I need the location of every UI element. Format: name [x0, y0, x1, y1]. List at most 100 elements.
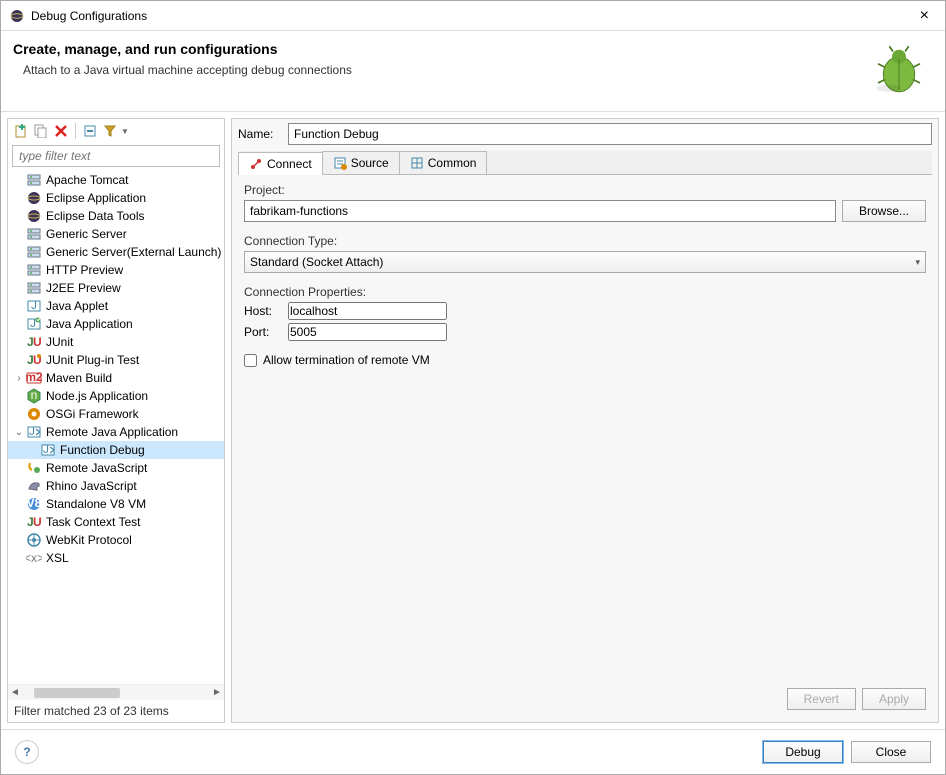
- tree-item[interactable]: J Java Applet: [8, 297, 224, 315]
- server-icon: [26, 172, 42, 188]
- tree-item-label: WebKit Protocol: [46, 533, 132, 547]
- tree-item[interactable]: ⌄J Remote Java Application: [8, 423, 224, 441]
- horizontal-scrollbar[interactable]: ◄►: [8, 684, 224, 700]
- name-input[interactable]: [288, 123, 932, 145]
- junit-icon: JU: [26, 514, 42, 530]
- js-icon: [26, 460, 42, 476]
- tree-item-label: Generic Server(External Launch): [46, 245, 221, 259]
- dropdown-arrow-icon[interactable]: ▼: [121, 127, 129, 136]
- server-icon: [26, 244, 42, 260]
- tree-item-label: Function Debug: [60, 443, 145, 457]
- allow-terminate-checkbox[interactable]: [244, 354, 257, 367]
- junit-icon: JU: [26, 334, 42, 350]
- connection-type-label: Connection Type:: [244, 234, 926, 248]
- connection-properties-label: Connection Properties:: [244, 285, 926, 299]
- eclipse-icon: [26, 208, 42, 224]
- tree-item[interactable]: WebKit Protocol: [8, 531, 224, 549]
- eclipse-icon: [26, 190, 42, 206]
- tree-item[interactable]: Remote JavaScript: [8, 459, 224, 477]
- project-input[interactable]: [244, 200, 836, 222]
- tree-item-label: Task Context Test: [46, 515, 141, 529]
- allow-terminate-label: Allow termination of remote VM: [263, 353, 430, 367]
- filter-input[interactable]: [12, 145, 220, 167]
- connection-type-value: Standard (Socket Attach): [250, 255, 383, 269]
- tab-label: Common: [428, 156, 477, 170]
- tree-item[interactable]: J2EE Preview: [8, 279, 224, 297]
- svg-text:J: J: [29, 424, 35, 438]
- close-button[interactable]: Close: [851, 741, 931, 763]
- filter-status: Filter matched 23 of 23 items: [8, 700, 224, 722]
- tree-item[interactable]: JUJUnit Plug-in Test: [8, 351, 224, 369]
- tree-item[interactable]: JU Task Context Test: [8, 513, 224, 531]
- svg-text:J: J: [43, 442, 49, 456]
- revert-button[interactable]: Revert: [787, 688, 856, 710]
- duplicate-config-button[interactable]: [32, 122, 50, 140]
- tree-item-label: JUnit: [46, 335, 73, 349]
- connect-tab-icon: [249, 157, 263, 171]
- tree-item[interactable]: Eclipse Data Tools: [8, 207, 224, 225]
- bug-icon: [871, 41, 927, 97]
- tree-item[interactable]: ›m2 Maven Build: [8, 369, 224, 387]
- tree-item-label: Java Application: [46, 317, 133, 331]
- left-toolbar: ▼: [8, 119, 224, 143]
- tree-item[interactable]: HTTP Preview: [8, 261, 224, 279]
- tab-bar: Connect Source Common: [238, 151, 932, 175]
- host-input[interactable]: [288, 302, 447, 320]
- footer: ? Debug Close: [1, 729, 945, 774]
- tree-item[interactable]: nNode.js Application: [8, 387, 224, 405]
- eclipse-icon: [9, 8, 25, 24]
- tree-item-label: Apache Tomcat: [46, 173, 129, 187]
- tree-item[interactable]: J Function Debug: [8, 441, 224, 459]
- expander-icon[interactable]: ⌄: [12, 427, 26, 438]
- tab-common[interactable]: Common: [399, 151, 488, 174]
- browse-button[interactable]: Browse...: [842, 200, 926, 222]
- tree-item-label: Remote Java Application: [46, 425, 178, 439]
- new-config-button[interactable]: [12, 122, 30, 140]
- svg-text:J: J: [30, 316, 36, 330]
- config-tree[interactable]: Apache Tomcat Eclipse Application Eclipse …: [8, 169, 224, 684]
- tree-item-label: J2EE Preview: [46, 281, 121, 295]
- maven-icon: m2: [26, 370, 42, 386]
- apply-button[interactable]: Apply: [862, 688, 926, 710]
- collapse-all-button[interactable]: [81, 122, 99, 140]
- tree-item[interactable]: Generic Server(External Launch): [8, 243, 224, 261]
- tree-item[interactable]: Rhino JavaScript: [8, 477, 224, 495]
- svg-text:U: U: [33, 335, 42, 349]
- port-input[interactable]: [288, 323, 447, 341]
- xsl-icon: <x>: [26, 550, 42, 566]
- tree-item-label: Maven Build: [46, 371, 112, 385]
- java-icon: J: [26, 316, 42, 332]
- debug-button[interactable]: Debug: [763, 741, 843, 763]
- tree-item[interactable]: V8Standalone V8 VM: [8, 495, 224, 513]
- node-icon: n: [26, 388, 42, 404]
- tree-item[interactable]: J Java Application: [8, 315, 224, 333]
- tree-item[interactable]: JU JUnit: [8, 333, 224, 351]
- svg-text:J: J: [31, 298, 37, 312]
- expander-icon[interactable]: ›: [12, 373, 26, 384]
- tree-item[interactable]: Generic Server: [8, 225, 224, 243]
- filter-button[interactable]: [101, 122, 119, 140]
- svg-text:<x>: <x>: [26, 551, 42, 565]
- tab-connect[interactable]: Connect: [238, 152, 323, 175]
- page-subtitle: Attach to a Java virtual machine accepti…: [13, 63, 871, 77]
- connection-type-select[interactable]: Standard (Socket Attach) ▾: [244, 251, 926, 273]
- tree-item-label: Generic Server: [46, 227, 127, 241]
- tree-item-label: Java Applet: [46, 299, 108, 313]
- tab-label: Source: [351, 156, 389, 170]
- tab-source[interactable]: Source: [322, 151, 400, 174]
- close-icon[interactable]: ×: [912, 5, 937, 27]
- header: Create, manage, and run configurations A…: [1, 31, 945, 112]
- tree-item-label: Eclipse Data Tools: [46, 209, 145, 223]
- tree-item-label: Eclipse Application: [46, 191, 146, 205]
- tree-item[interactable]: OSGi Framework: [8, 405, 224, 423]
- help-button[interactable]: ?: [15, 740, 39, 764]
- applet-icon: J: [26, 298, 42, 314]
- delete-config-button[interactable]: [52, 122, 70, 140]
- tree-item[interactable]: <x>XSL: [8, 549, 224, 567]
- chevron-down-icon: ▾: [915, 257, 920, 268]
- tree-item[interactable]: Apache Tomcat: [8, 171, 224, 189]
- left-pane: ▼ Apache Tomcat Eclipse Application Eclips…: [7, 118, 225, 723]
- server-icon: [26, 262, 42, 278]
- tab-label: Connect: [267, 157, 312, 171]
- tree-item[interactable]: Eclipse Application: [8, 189, 224, 207]
